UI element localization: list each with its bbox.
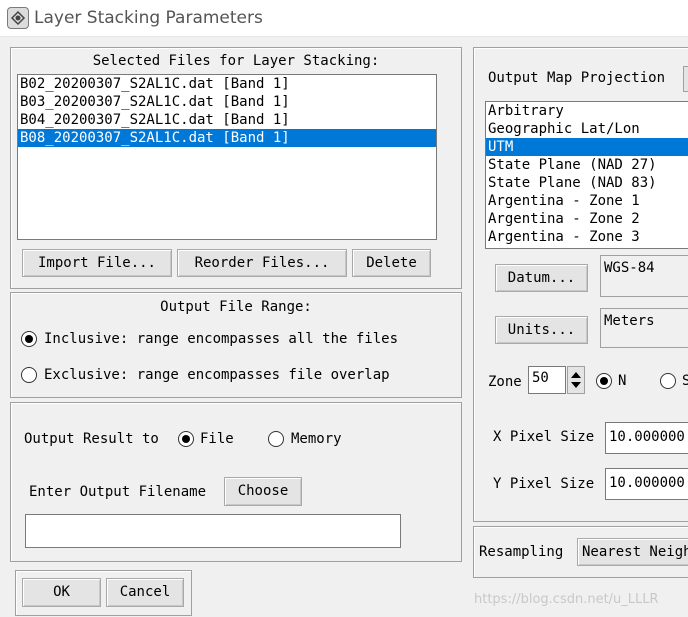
units-button[interactable]: Units... bbox=[495, 316, 588, 344]
dialog-buttons-group: OK Cancel bbox=[15, 570, 192, 616]
delete-button[interactable]: Delete bbox=[352, 249, 431, 277]
import-file-button[interactable]: Import File... bbox=[22, 249, 172, 277]
projection-item[interactable]: Arbitrary bbox=[486, 102, 688, 120]
projection-item[interactable]: State Plane (NAD 27) bbox=[486, 156, 688, 174]
file-item[interactable]: B02_20200307_S2AL1C.dat [Band 1] bbox=[18, 75, 436, 93]
zone-input[interactable]: 50 bbox=[528, 366, 566, 394]
south-radio[interactable] bbox=[660, 373, 676, 389]
resampling-dropdown[interactable]: Nearest Neighbor bbox=[577, 538, 688, 566]
window-title: Layer Stacking Parameters bbox=[34, 8, 263, 28]
file-item[interactable]: B03_20200307_S2AL1C.dat [Band 1] bbox=[18, 93, 436, 111]
reorder-files-button[interactable]: Reorder Files... bbox=[177, 249, 347, 277]
projection-title: Output Map Projection bbox=[488, 70, 666, 86]
title-bar: Layer Stacking Parameters bbox=[0, 0, 688, 37]
choose-button[interactable]: Choose bbox=[224, 477, 302, 506]
resampling-label: Resampling bbox=[479, 544, 564, 560]
north-radio[interactable] bbox=[596, 373, 612, 389]
projection-group: Output Map Projection Arbitrary Geographi… bbox=[473, 47, 688, 522]
file-item[interactable]: B08_20200307_S2AL1C.dat [Band 1] bbox=[18, 129, 436, 147]
zone-stepper[interactable] bbox=[567, 366, 585, 394]
projection-list[interactable]: Arbitrary Geographic Lat/Lon UTM State Plan… bbox=[485, 101, 688, 249]
watermark: https://blog.csdn.net/u_LLLR bbox=[474, 592, 659, 607]
projection-item[interactable]: UTM bbox=[486, 138, 688, 156]
projection-item[interactable]: State Plane (NAD 83) bbox=[486, 174, 688, 192]
selected-files-title: Selected Files for Layer Stacking: bbox=[92, 53, 380, 69]
north-label[interactable]: N bbox=[618, 373, 626, 389]
exclusive-radio[interactable] bbox=[21, 367, 37, 383]
units-field: Meters bbox=[600, 308, 688, 348]
file-item[interactable]: B04_20200307_S2AL1C.dat [Band 1] bbox=[18, 111, 436, 129]
cancel-button[interactable]: Cancel bbox=[106, 578, 184, 607]
filename-input[interactable] bbox=[25, 514, 401, 548]
x-pixel-size-label: X Pixel Size bbox=[493, 429, 595, 445]
memory-label[interactable]: Memory bbox=[291, 431, 342, 447]
selected-files-group: Selected Files for Layer Stacking: B02_2… bbox=[10, 47, 462, 289]
projection-item[interactable]: Geographic Lat/Lon bbox=[486, 120, 688, 138]
projection-dropdown-edge[interactable] bbox=[683, 66, 688, 92]
zone-label: Zone bbox=[488, 374, 522, 390]
file-label[interactable]: File bbox=[200, 431, 234, 447]
x-pixel-size-input[interactable]: 10.000000 bbox=[605, 422, 688, 454]
output-file-range-group: Output File Range: Inclusive: range enco… bbox=[10, 292, 462, 398]
exclusive-label[interactable]: Exclusive: range encompasses file overla… bbox=[44, 367, 390, 383]
projection-item[interactable]: Argentina - Zone 2 bbox=[486, 210, 688, 228]
datum-field: WGS-84 bbox=[600, 255, 688, 297]
output-range-title: Output File Range: bbox=[160, 299, 312, 315]
file-radio[interactable] bbox=[178, 431, 194, 447]
app-icon bbox=[7, 7, 29, 29]
inclusive-label[interactable]: Inclusive: range encompasses all the fil… bbox=[44, 331, 398, 347]
resampling-group: Resampling Nearest Neighbor bbox=[473, 526, 688, 578]
y-pixel-size-label: Y Pixel Size bbox=[493, 476, 595, 492]
datum-button[interactable]: Datum... bbox=[495, 264, 588, 292]
memory-radio[interactable] bbox=[268, 431, 284, 447]
projection-item[interactable]: Argentina - Zone 1 bbox=[486, 192, 688, 210]
projection-item[interactable]: Argentina - Zone 3 bbox=[486, 228, 688, 246]
ok-button[interactable]: OK bbox=[22, 578, 101, 607]
south-label[interactable]: S bbox=[682, 373, 688, 389]
filename-label: Enter Output Filename bbox=[29, 484, 207, 500]
inclusive-radio[interactable] bbox=[21, 331, 37, 347]
selected-files-list[interactable]: B02_20200307_S2AL1C.dat [Band 1] B03_2020… bbox=[17, 74, 437, 240]
y-pixel-size-input[interactable]: 10.000000 bbox=[605, 468, 688, 500]
output-result-label: Output Result to bbox=[24, 431, 159, 447]
output-result-group: Output Result to File Memory Enter Outpu… bbox=[10, 402, 462, 562]
